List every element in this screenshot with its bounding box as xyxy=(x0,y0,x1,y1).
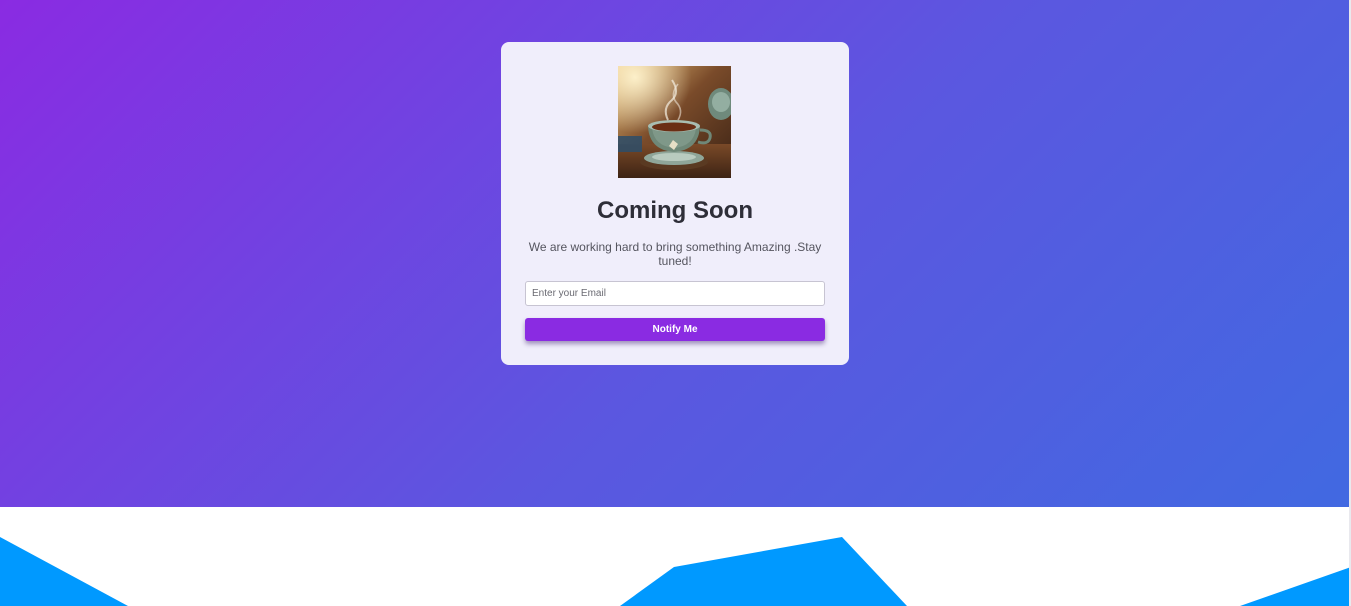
page-title: Coming Soon xyxy=(597,197,753,224)
notify-me-button[interactable]: Notify Me xyxy=(525,318,825,341)
email-input[interactable] xyxy=(525,281,825,306)
tea-cup-image xyxy=(618,66,731,178)
wave-shape-center xyxy=(620,537,907,606)
wave-shape-right xyxy=(1240,567,1351,606)
page-subtitle: We are working hard to bring something A… xyxy=(528,240,822,268)
tea-cup-icon xyxy=(618,66,731,178)
decorative-wave-shapes xyxy=(0,507,1351,606)
wave-shape-left xyxy=(0,537,128,606)
hero-gradient-background: Coming Soon We are working hard to bring… xyxy=(0,0,1351,507)
coming-soon-card: Coming Soon We are working hard to bring… xyxy=(501,42,849,365)
coming-soon-page: Coming Soon We are working hard to bring… xyxy=(0,0,1351,606)
